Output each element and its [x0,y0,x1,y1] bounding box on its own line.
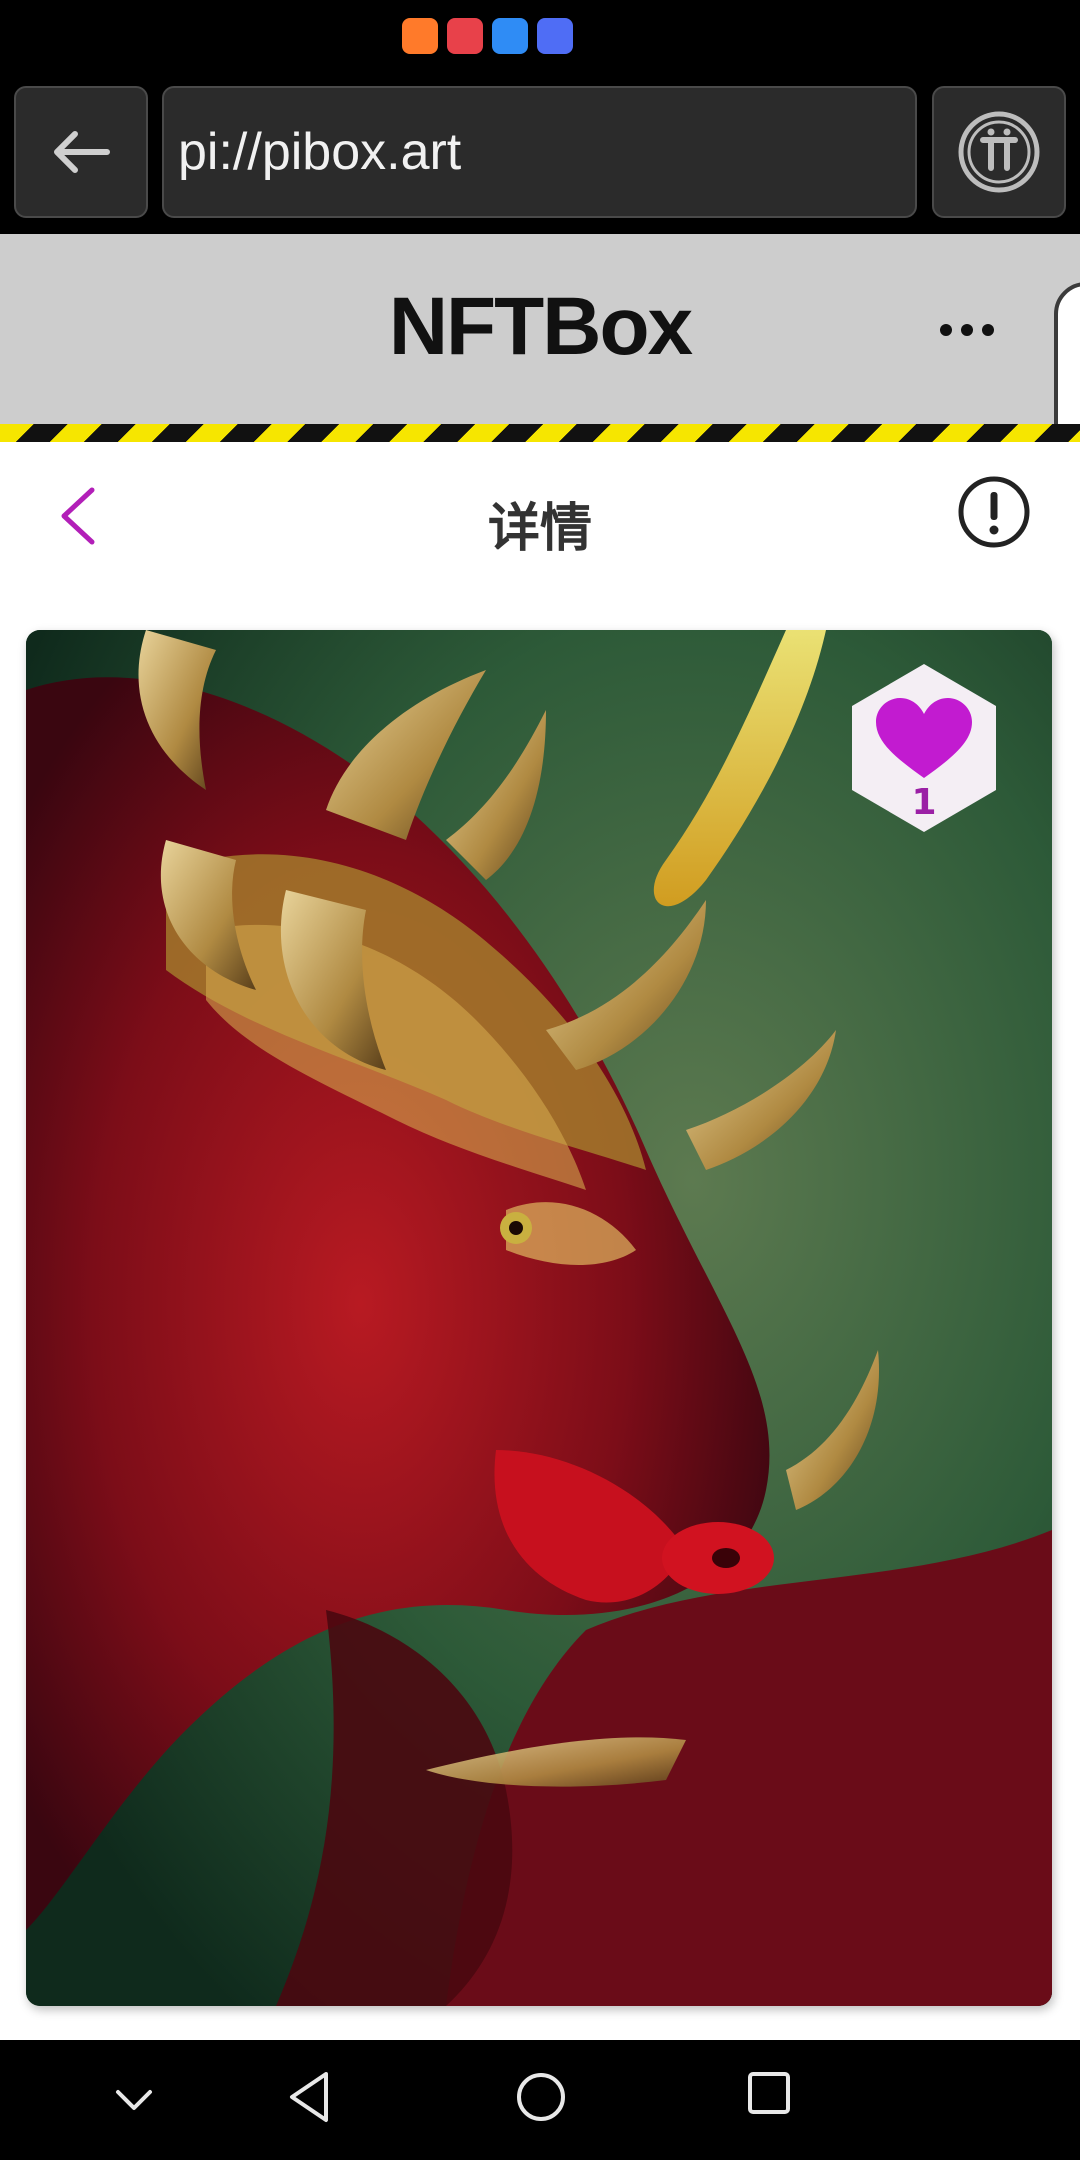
video-app-icon [402,18,438,54]
app-title: NFTBox [388,281,693,372]
status-bar [0,0,1080,70]
store-app-icon [447,18,483,54]
bull-dragon-illustration [26,630,1052,2006]
nft-artwork-image[interactable] [26,630,1052,2006]
url-field[interactable]: pi://pibox.art [162,86,917,218]
nav-collapse-icon[interactable] [114,2086,154,2114]
nav-home-icon[interactable] [514,2070,568,2124]
pi-browser-button[interactable] [932,86,1066,218]
url-text: pi://pibox.art [178,123,462,181]
pi-logo-icon [958,111,1040,193]
detail-title: 详情 [487,499,592,559]
cloud-app-icon [492,18,528,54]
detail-header: 详情 [0,442,1080,592]
back-arrow-icon [54,131,110,173]
info-icon[interactable] [956,474,1032,550]
nav-recents-icon[interactable] [746,2070,792,2116]
status-app-icons [402,18,573,54]
browser-back-button[interactable] [14,86,148,218]
app-header: NFTBox [0,234,1080,424]
browser-bar: pi://pibox.art [0,70,1080,234]
music-app-icon [537,18,573,54]
system-nav-bar [0,2040,1080,2160]
hazard-stripe [0,424,1080,442]
more-icon[interactable] [940,324,994,336]
nav-back-icon[interactable] [286,2070,332,2124]
like-count: 1 [911,782,937,823]
